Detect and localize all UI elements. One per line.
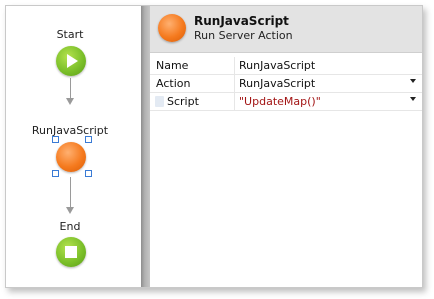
- panel-splitter[interactable]: [141, 6, 150, 287]
- action-flow-editor: Start RunJavaScript End RunJavaScript Ru…: [5, 5, 423, 288]
- start-node-label: Start: [56, 28, 84, 41]
- run-javascript-node[interactable]: [56, 142, 86, 172]
- selection-handle-bottom-right[interactable]: [85, 170, 92, 177]
- script-expression-field[interactable]: "UpdateMap()": [239, 95, 321, 108]
- connector-action-end[interactable]: [70, 177, 71, 207]
- connector-start-action[interactable]: [70, 78, 71, 98]
- end-node-label: End: [59, 220, 81, 233]
- selection-handle-top-left[interactable]: [52, 136, 59, 143]
- properties-panel: RunJavaScript Run Server Action Name Run…: [150, 6, 422, 287]
- chevron-down-icon[interactable]: [410, 79, 416, 83]
- column-separator: [234, 75, 235, 92]
- element-title: RunJavaScript: [194, 14, 289, 28]
- property-row-script[interactable]: Script "UpdateMap()": [150, 93, 422, 111]
- property-label: Script: [167, 95, 199, 108]
- property-row-action[interactable]: Action RunJavaScript: [150, 75, 422, 93]
- column-separator: [234, 57, 235, 74]
- flow-canvas[interactable]: Start RunJavaScript End: [6, 6, 141, 287]
- element-type: Run Server Action: [194, 29, 293, 42]
- expand-icon[interactable]: [155, 96, 164, 107]
- arrowhead-icon: [66, 207, 74, 214]
- column-separator: [234, 93, 235, 110]
- arrowhead-icon: [66, 98, 74, 105]
- chevron-down-icon[interactable]: [410, 97, 416, 101]
- server-action-icon: [158, 14, 186, 42]
- property-row-name[interactable]: Name RunJavaScript: [150, 57, 422, 75]
- name-field[interactable]: RunJavaScript: [239, 59, 315, 72]
- start-node[interactable]: [56, 46, 86, 76]
- stop-icon: [65, 246, 77, 258]
- play-icon: [67, 54, 78, 68]
- property-label: Name: [156, 59, 189, 72]
- action-node-label: RunJavaScript: [31, 124, 109, 137]
- selection-handle-bottom-left[interactable]: [52, 170, 59, 177]
- property-label: Action: [156, 77, 191, 90]
- action-select[interactable]: RunJavaScript: [239, 77, 315, 90]
- end-node[interactable]: [56, 237, 86, 267]
- properties-header: RunJavaScript Run Server Action: [150, 6, 422, 53]
- selection-handle-top-right[interactable]: [85, 136, 92, 143]
